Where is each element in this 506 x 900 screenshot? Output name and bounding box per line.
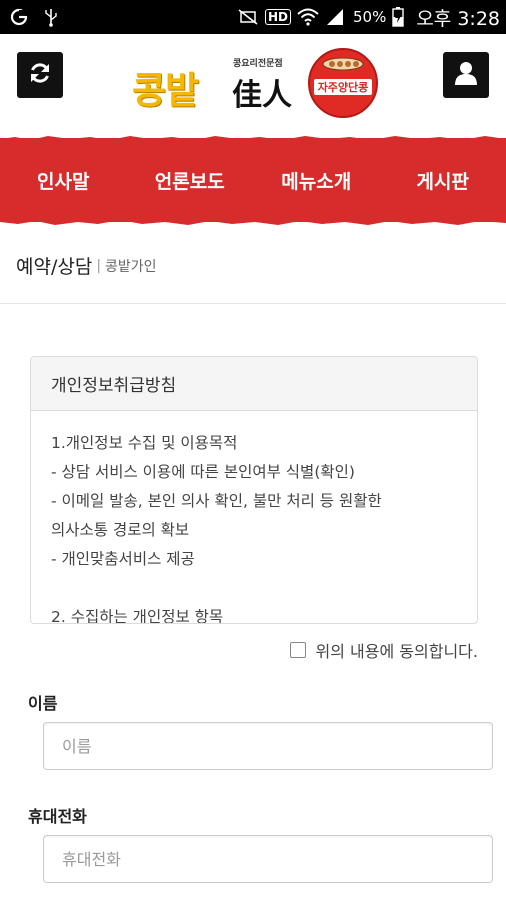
privacy-line: 의사소통 경로의 확보 — [51, 521, 190, 539]
clock: 오후 3:28 — [416, 7, 500, 30]
phone-input[interactable] — [43, 835, 493, 883]
user-button[interactable] — [443, 52, 489, 98]
nav-item-press[interactable]: 언론보도 — [127, 167, 254, 194]
wifi-icon — [297, 8, 319, 26]
nav-item-greeting[interactable]: 인사말 — [0, 167, 127, 194]
torn-edge-bottom — [0, 217, 506, 225]
mute-icon — [237, 8, 259, 26]
logo-subtitle: 콩요리전문점 — [233, 59, 283, 69]
name-input[interactable] — [43, 722, 493, 770]
main-nav: 인사말 언론보도 메뉴소개 게시판 — [0, 136, 506, 225]
battery-percent: 50% — [352, 8, 387, 26]
privacy-line: - 개인맞춤서비스 제공 — [51, 550, 195, 568]
usb-icon — [44, 7, 58, 27]
nav-item-menu[interactable]: 메뉴소개 — [253, 167, 380, 194]
name-label: 이름 — [28, 694, 58, 713]
agree-checkbox[interactable] — [289, 642, 306, 658]
battery-charging-icon — [392, 7, 405, 27]
privacy-policy-text[interactable]: 1.개인정보 수집 및 이용목적 - 상담 서비스 이용에 따른 본인여부 식별… — [31, 411, 477, 623]
page-title: 예약/상담 — [16, 256, 93, 278]
agree-label[interactable]: 위의 내용에 동의합니다. — [316, 638, 478, 662]
site-logo[interactable]: 콩밭 콩요리전문점 佳人 자주양단콩 — [132, 48, 382, 128]
status-bar: HD 50% 오후 3:28 — [0, 0, 506, 34]
privacy-line: 1.개인정보 수집 및 이용목적 — [51, 434, 238, 452]
signal-icon — [325, 8, 345, 26]
logo-wordmark: 콩밭 — [132, 69, 199, 112]
logo-badge: 자주양단콩 — [308, 48, 378, 118]
privacy-policy-panel: 개인정보취급방침 1.개인정보 수집 및 이용목적 - 상담 서비스 이용에 따… — [30, 356, 478, 624]
privacy-policy-heading: 개인정보취급방침 — [31, 357, 477, 411]
breadcrumb-separator: | — [96, 257, 102, 274]
privacy-blank-line — [51, 574, 457, 603]
logo-hanja: 佳人 — [232, 78, 292, 113]
refresh-icon — [27, 60, 53, 90]
user-icon — [453, 60, 479, 90]
nav-item-board[interactable]: 게시판 — [380, 167, 506, 194]
privacy-line: 2. 수집하는 개인정보 항목 — [51, 608, 224, 623]
badge-text: 자주양단콩 — [313, 79, 373, 95]
privacy-line: - 이메일 발송, 본인 의사 확인, 불만 처리 등 원활한 — [51, 492, 382, 510]
phone-label: 휴대전화 — [28, 807, 87, 826]
app-notification-icon — [10, 8, 28, 26]
site-header: 콩밭 콩요리전문점 佳人 자주양단콩 — [0, 34, 506, 138]
hd-icon: HD — [264, 9, 291, 25]
breadcrumb: 예약/상담 | 콩밭가인 — [0, 228, 506, 304]
agree-row[interactable]: 위의 내용에 동의합니다. — [289, 638, 478, 662]
breadcrumb-site: 콩밭가인 — [105, 258, 157, 275]
refresh-button[interactable] — [17, 52, 63, 98]
bean-pod-icon — [322, 57, 364, 71]
privacy-line: - 상담 서비스 이용에 따른 본인여부 식별(확인) — [51, 463, 355, 481]
